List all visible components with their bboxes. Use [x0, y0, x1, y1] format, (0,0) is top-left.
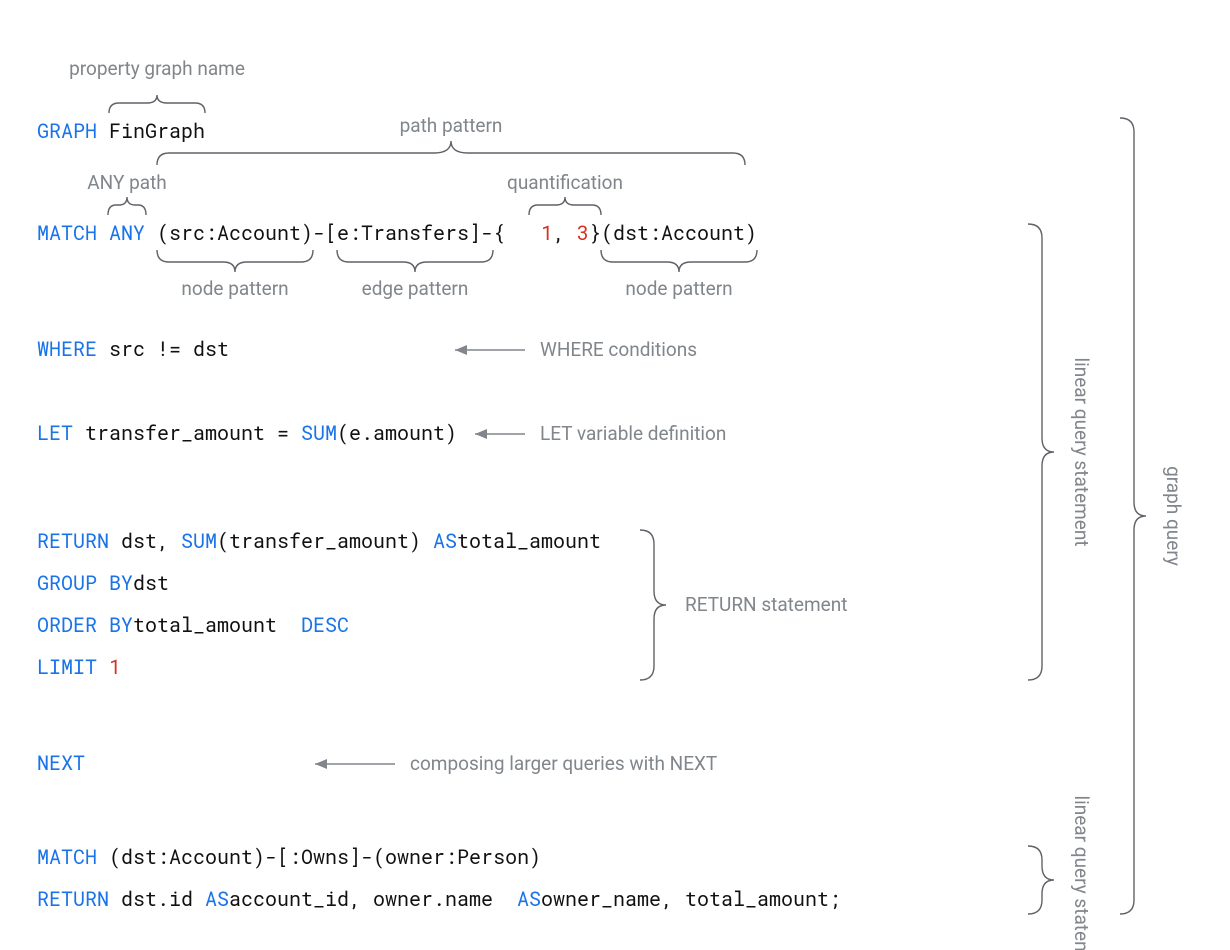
brace-node-2: [601, 250, 757, 272]
ann-prop-graph-name: property graph name: [69, 57, 245, 80]
ann-path-pattern: path pattern: [400, 114, 503, 137]
ann-node-1: node pattern: [181, 277, 288, 300]
ann-return: RETURN statement: [685, 593, 847, 616]
brace-node-1: [157, 250, 313, 272]
ann-linear-1: linear query statement: [1070, 357, 1093, 546]
brace-quant: [529, 197, 601, 215]
ann-let: LET variable definition: [540, 422, 726, 445]
brace-any-path: [108, 197, 146, 215]
arrow-where: [455, 345, 525, 355]
brace-path-pattern: [157, 141, 745, 165]
code-line-10: MATCH (dst:Account)-[:Owns]-(owner:Perso…: [37, 844, 541, 870]
code-line-3: WHERE src != dst: [37, 336, 229, 362]
code-line-1: GRAPH FinGraph: [37, 118, 205, 144]
code-line-8: LIMIT 1: [37, 654, 121, 680]
code-line-5: RETURN dst, SUM (transfer_amount) AS tot…: [37, 528, 601, 554]
ann-linear-2: linear query statement: [1070, 795, 1093, 950]
ann-where: WHERE conditions: [540, 338, 697, 361]
brace-prop-graph-name: [109, 95, 205, 113]
code-line-7: ORDER BY total_amount DESC: [37, 612, 349, 638]
ann-next: composing larger queries with NEXT: [410, 752, 717, 775]
ann-edge: edge pattern: [362, 277, 469, 300]
brace-linear-1: [1028, 224, 1054, 680]
code-line-9: NEXT: [37, 750, 85, 776]
code-line-2: MATCH ANY (src:Account)-[e:Transfers]-{ …: [37, 220, 757, 246]
code-line-6: GROUP BY dst: [37, 570, 169, 596]
ann-graph-query: graph query: [1162, 466, 1185, 566]
ann-quant: quantification: [507, 171, 623, 194]
arrow-let: [475, 429, 525, 439]
code-line-11: RETURN dst.id AS account_id, owner.name …: [37, 886, 841, 912]
brace-linear-2: [1028, 846, 1054, 914]
arrow-next: [315, 759, 395, 769]
brace-return: [640, 530, 666, 680]
diagram-root: GRAPH FinGraph MATCH ANY (src:Account)-[…: [0, 0, 1230, 950]
ann-any-path: ANY path: [87, 171, 167, 194]
brace-graph-query: [1120, 118, 1146, 914]
code-line-4: LET transfer_amount = SUM (e.amount): [37, 420, 457, 446]
ann-node-2: node pattern: [625, 277, 732, 300]
brace-edge: [337, 250, 493, 272]
